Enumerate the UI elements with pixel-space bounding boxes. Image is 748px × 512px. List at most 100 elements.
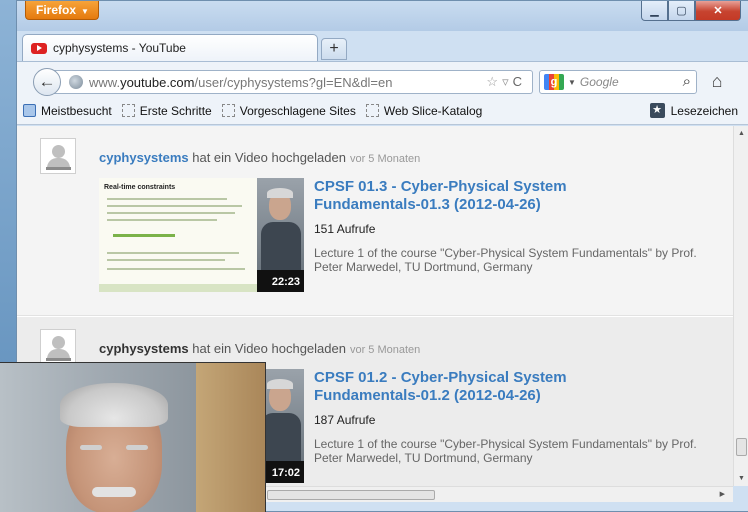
tab-bar: cyphysystems - YouTube + — [17, 31, 748, 61]
avatar[interactable] — [40, 329, 76, 365]
webcam-mustache — [92, 487, 136, 497]
slide-footer — [99, 284, 257, 292]
upload-action: hat ein Video hochgeladen — [188, 341, 346, 356]
page-icon — [121, 104, 135, 117]
google-icon[interactable]: g — [544, 74, 564, 90]
uploader-link[interactable]: cyphysystems — [99, 341, 189, 356]
title-bar: Firefox ▼ ▁ ▢ ✕ — [17, 1, 748, 31]
webcam-brow — [80, 445, 102, 450]
bookmark-meistbesucht[interactable]: Meistbesucht — [23, 104, 112, 118]
avatar-base — [46, 358, 71, 361]
bookmark-label: Web Slice-Katalog — [383, 103, 483, 118]
page-icon — [221, 104, 235, 117]
url-actions: ☆▿C — [486, 74, 526, 90]
url-bar[interactable]: www. youtube.com/user/cyphysystems?gl=EN&… — [53, 70, 533, 94]
bookmark-star-icon: ★ — [649, 103, 665, 118]
bookmarks-menu-label: Lesezeichen — [670, 103, 738, 118]
scroll-down-icon[interactable]: ▼ — [738, 475, 745, 482]
bookmarks-toolbar: Meistbesucht Erste Schritte Vorgeschlage… — [17, 97, 748, 125]
slide-preview: Real-time constraints — [99, 178, 257, 292]
scroll-up-icon[interactable]: ▲ — [738, 130, 745, 137]
new-tab-button[interactable]: + — [321, 38, 347, 60]
video-thumbnail[interactable]: Real-time constraints 22:23 — [99, 178, 304, 292]
search-icon[interactable]: ⌕ — [683, 73, 691, 90]
webcam-hair — [60, 383, 168, 427]
url-host: youtube.com — [120, 74, 195, 90]
bookmark-label: Meistbesucht — [41, 103, 112, 118]
video-duration: 17:02 — [271, 467, 300, 479]
bookmark-erste-schritte[interactable]: Erste Schritte — [121, 103, 212, 118]
slide-line — [107, 219, 217, 221]
globe-icon — [69, 75, 83, 89]
home-icon: ⌂ — [711, 71, 723, 91]
slide-line — [107, 212, 235, 214]
feed-item: cyphysystems hat ein Video hochgeladen vo… — [17, 126, 733, 316]
bookmark-star-icon[interactable]: ☆ — [486, 74, 502, 89]
vertical-scroll-thumb[interactable] — [736, 438, 747, 456]
upload-time: vor 5 Monaten — [349, 153, 421, 165]
slide-line — [107, 205, 242, 207]
dropdown-icon[interactable]: ▿ — [502, 74, 513, 89]
minimize-button[interactable]: ▁ — [641, 1, 668, 21]
back-arrow-icon: ← — [38, 72, 56, 91]
video-description: Lecture 1 of the course "Cyber-Physical … — [314, 246, 697, 274]
url-path: /user/cyphysystems?gl=EN&dl=en — [194, 74, 393, 90]
slide-bar — [113, 234, 175, 237]
uploader-link[interactable]: cyphysystems — [99, 150, 189, 165]
bookmark-label: Vorgeschlagene Sites — [239, 103, 356, 118]
plus-icon: + — [329, 40, 339, 57]
avatar[interactable] — [40, 138, 76, 174]
chevron-down-icon[interactable]: ▼ — [568, 78, 576, 87]
bookmarks-menu[interactable]: ★ Lesezeichen — [649, 103, 738, 118]
upload-time: vor 5 Monaten — [349, 344, 421, 356]
firefox-menu-label: Firefox — [36, 3, 77, 17]
video-title-link[interactable]: CPSF 01.3 - Cyber-Physical System Fundam… — [314, 178, 614, 214]
back-button[interactable]: ← — [33, 68, 61, 96]
video-description: Lecture 1 of the course "Cyber-Physical … — [314, 437, 697, 465]
scroll-right-icon[interactable]: ▶ — [720, 490, 725, 498]
speaker-body — [261, 413, 301, 461]
navigation-bar: www. youtube.com/user/cyphysystems?gl=EN&… — [17, 61, 748, 97]
bookmark-vorgeschlagene-sites[interactable]: Vorgeschlagene Sites — [221, 103, 356, 118]
avatar-base — [46, 167, 71, 170]
url-prefix: www. — [89, 74, 121, 90]
minimize-icon: ▁ — [650, 5, 659, 17]
view-count: 187 Aufrufe — [314, 413, 376, 427]
webcam-door — [196, 363, 265, 512]
bookmark-web-slice-katalog[interactable]: Web Slice-Katalog — [365, 103, 483, 118]
speaker-image — [257, 178, 304, 270]
search-placeholder: Google — [579, 75, 619, 89]
bookmark-folder-icon — [23, 104, 36, 117]
page-icon — [365, 104, 379, 117]
tab-title: cyphysystems - YouTube — [53, 41, 186, 55]
horizontal-scroll-thumb[interactable] — [267, 490, 435, 500]
slide-line — [107, 268, 245, 270]
uploader-line: cyphysystems hat ein Video hochgeladen vo… — [99, 341, 420, 356]
maximize-button[interactable]: ▢ — [668, 1, 695, 21]
firefox-menu-button[interactable]: Firefox ▼ — [25, 1, 99, 20]
home-button[interactable]: ⌂ — [705, 71, 729, 93]
slide-title: Real-time constraints — [104, 184, 176, 191]
vertical-scrollbar[interactable]: ▲ ▼ — [733, 126, 748, 486]
video-duration: 22:23 — [271, 276, 300, 288]
avatar-head — [52, 336, 65, 349]
slide-line — [107, 198, 227, 200]
bookmark-label: Erste Schritte — [139, 103, 212, 118]
maximize-icon: ▢ — [676, 5, 687, 17]
speaker-body — [261, 222, 301, 270]
search-bar[interactable]: g ▼ Google ⌕ — [539, 70, 697, 94]
speaker-hair — [267, 188, 293, 198]
slide-line — [107, 259, 225, 261]
upload-action: hat ein Video hochgeladen — [188, 150, 346, 165]
uploader-line: cyphysystems hat ein Video hochgeladen vo… — [99, 150, 420, 165]
close-icon: ✕ — [713, 5, 723, 17]
chevron-down-icon: ▼ — [81, 7, 89, 16]
tab-youtube[interactable]: cyphysystems - YouTube — [22, 34, 318, 61]
webcam-overlay — [0, 362, 266, 512]
close-window-button[interactable]: ✕ — [695, 1, 741, 21]
speaker-hair — [267, 379, 293, 389]
youtube-icon — [31, 42, 47, 54]
avatar-head — [52, 145, 65, 158]
video-title-link[interactable]: CPSF 01.2 - Cyber-Physical System Fundam… — [314, 369, 614, 405]
reload-icon[interactable]: C — [513, 74, 526, 89]
